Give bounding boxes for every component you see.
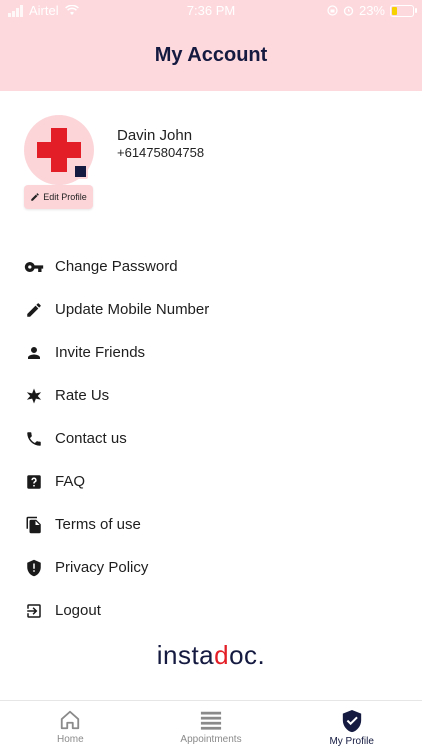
menu-item-update-mobile[interactable]: Update Mobile Number xyxy=(0,288,422,331)
tab-my-profile[interactable]: My Profile xyxy=(281,701,422,751)
account-menu: Change Password Update Mobile Number Inv… xyxy=(0,245,422,632)
pencil-icon xyxy=(31,193,39,201)
menu-item-label: Terms of use xyxy=(55,516,141,533)
avatar[interactable] xyxy=(24,115,94,185)
tab-label: My Profile xyxy=(329,736,374,747)
menu-item-label: FAQ xyxy=(55,473,86,490)
menu-item-label: Contact us xyxy=(55,430,127,447)
tab-home[interactable]: Home xyxy=(0,701,141,751)
list-icon xyxy=(200,711,222,730)
profile-phone: +61475804758 xyxy=(117,145,205,160)
key-icon xyxy=(24,257,44,277)
avatar-badge xyxy=(73,164,88,179)
menu-item-label: Rate Us xyxy=(55,387,110,404)
phone-icon xyxy=(24,429,44,449)
menu-item-label: Logout xyxy=(55,602,101,619)
menu-item-invite-friends[interactable]: Invite Friends xyxy=(0,331,422,374)
menu-item-label: Privacy Policy xyxy=(55,559,149,576)
edit-profile-button[interactable]: Edit Profile xyxy=(24,185,93,209)
battery-icon xyxy=(390,4,417,17)
pencil-icon xyxy=(24,300,44,320)
page-title: My Account xyxy=(154,44,268,66)
question-icon xyxy=(24,472,44,492)
bottom-tab-bar: Home Appointments My Profile xyxy=(0,700,422,751)
lock-rotation-icon xyxy=(327,5,338,16)
edit-profile-label: Edit Profile xyxy=(43,192,87,202)
menu-item-rate-us[interactable]: Rate Us xyxy=(0,374,422,417)
header: Airtel 7:36 PM 23% My Account xyxy=(0,0,422,91)
home-icon xyxy=(61,710,80,730)
status-bar: Airtel 7:36 PM 23% xyxy=(0,0,422,22)
alarm-icon xyxy=(343,6,354,16)
document-icon xyxy=(24,515,44,535)
menu-item-change-password[interactable]: Change Password xyxy=(0,245,422,288)
tab-label: Home xyxy=(56,734,84,745)
menu-item-faq[interactable]: FAQ xyxy=(0,460,422,503)
star-icon xyxy=(24,386,44,406)
menu-item-terms[interactable]: Terms of use xyxy=(0,503,422,546)
instadoc-logo: instadoc. xyxy=(156,640,266,670)
profile-name: Davin John xyxy=(117,127,193,144)
logout-icon xyxy=(24,601,44,621)
menu-item-label: Change Password xyxy=(55,258,178,275)
menu-item-label: Update Mobile Number xyxy=(55,301,210,318)
shield-icon xyxy=(24,558,44,578)
menu-item-privacy-policy[interactable]: Privacy Policy xyxy=(0,546,422,589)
menu-item-label: Invite Friends xyxy=(55,344,146,361)
menu-item-logout[interactable]: Logout xyxy=(0,589,422,632)
tab-label: Appointments xyxy=(180,734,242,745)
battery-percent: 23% xyxy=(358,3,385,18)
menu-item-contact-us[interactable]: Contact us xyxy=(0,417,422,460)
tab-appointments[interactable]: Appointments xyxy=(141,701,282,751)
medical-cross-bar xyxy=(37,142,81,158)
shield-check-icon xyxy=(342,710,361,733)
person-icon xyxy=(24,343,44,363)
